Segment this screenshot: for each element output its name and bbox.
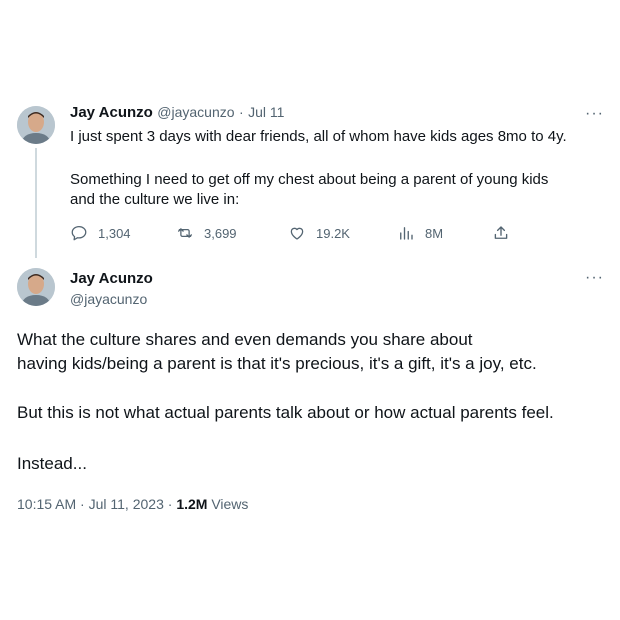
separator-dot: · (80, 496, 85, 512)
more-options-icon[interactable]: ··· (585, 106, 604, 122)
views-label: Views (211, 496, 249, 512)
tweet-metadata: 10:15 AM · Jul 11, 2023 · 1.2M Views (17, 496, 248, 512)
reply-count: 1,304 (98, 225, 131, 241)
views-button[interactable]: 8M (397, 224, 443, 242)
share-button[interactable] (492, 224, 510, 242)
tweet-text-line: Instead... (17, 454, 87, 473)
reply-button[interactable]: 1,304 (70, 224, 131, 242)
views-count: 1.2M (176, 496, 208, 512)
tweet-time[interactable]: 10:15 AM (17, 496, 76, 512)
share-icon (494, 226, 508, 239)
author-handle[interactable]: @jayacunzo (70, 291, 147, 307)
retweet-icon (177, 228, 193, 238)
retweet-button[interactable]: 3,699 (176, 224, 237, 242)
profile-photo (17, 106, 55, 144)
thread-connector-line (35, 148, 37, 258)
retweet-count: 3,699 (204, 225, 237, 241)
tweet-text-line: Something I need to get off my chest abo… (70, 171, 549, 188)
author-name[interactable]: Jay Acunzo (70, 104, 153, 121)
author-handle[interactable]: @jayacunzo (157, 104, 234, 120)
heart-icon (290, 227, 304, 240)
comment-icon (71, 225, 87, 241)
tweet-text-line: having kids/being a parent is that it's … (17, 354, 537, 373)
avatar[interactable] (17, 268, 55, 306)
tweet-text-line: But this is not what actual parents talk… (17, 403, 554, 422)
like-count: 19.2K (316, 225, 350, 241)
bar-chart-icon (400, 227, 413, 240)
tweet-text-line: What the culture shares and even demands… (17, 330, 473, 349)
like-button[interactable]: 19.2K (288, 224, 350, 242)
profile-photo (17, 268, 55, 306)
tweet-date[interactable]: Jul 11 (248, 104, 284, 120)
tweet-date[interactable]: Jul 11, 2023 (89, 496, 164, 512)
view-count: 8M (425, 225, 444, 241)
more-options-icon[interactable]: ··· (585, 270, 604, 286)
tweet-text-line: and the culture we live in: (70, 191, 240, 208)
author-name[interactable]: Jay Acunzo (70, 270, 153, 287)
avatar[interactable] (17, 106, 55, 144)
separator-dot: · (238, 104, 244, 120)
separator-dot: · (167, 496, 173, 512)
tweet-text-line: I just spent 3 days with dear friends, a… (70, 128, 567, 145)
